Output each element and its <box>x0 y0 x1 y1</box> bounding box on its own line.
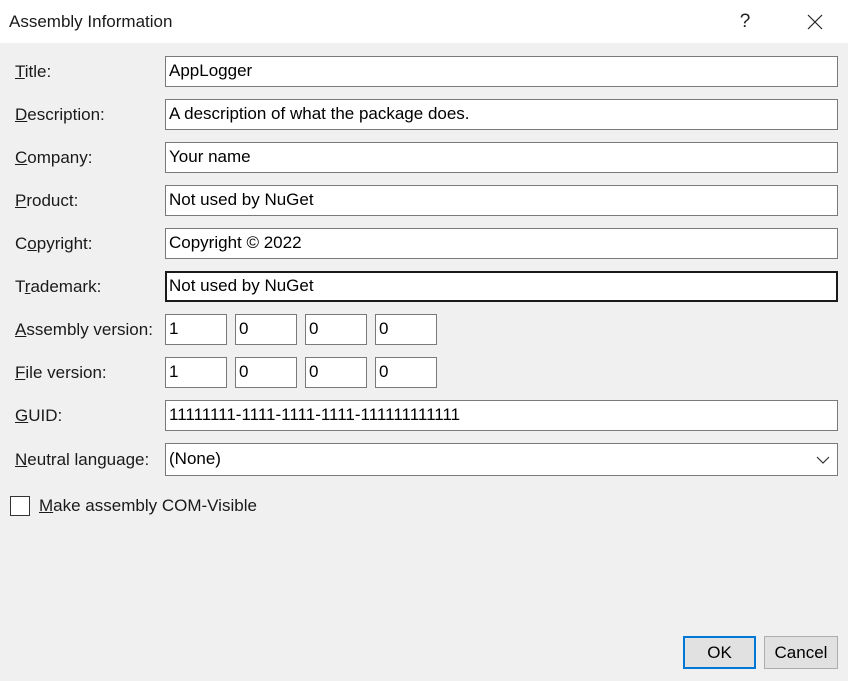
ok-button[interactable]: OK <box>683 636 756 669</box>
neutral-language-value: (None) <box>169 449 221 468</box>
file-version-minor[interactable]: 0 <box>235 357 297 388</box>
description-label: Description: <box>15 105 105 124</box>
neutral-language-select[interactable]: (None) <box>165 443 838 476</box>
description-input[interactable]: A description of what the package does. <box>165 99 838 130</box>
file-version-revision[interactable]: 0 <box>375 357 437 388</box>
file-version-build[interactable]: 0 <box>305 357 367 388</box>
copyright-input[interactable]: Copyright © 2022 <box>165 228 838 259</box>
trademark-label: Trademark: <box>15 277 102 296</box>
guid-label: GUID: <box>15 406 63 425</box>
copyright-label: Copyright: <box>15 234 93 253</box>
assembly-version-build[interactable]: 0 <box>305 314 367 345</box>
window-title: Assembly Information <box>9 12 173 31</box>
product-input[interactable]: Not used by NuGet <box>165 185 838 216</box>
product-label: Product: <box>15 191 79 210</box>
help-icon: ? <box>739 10 751 32</box>
trademark-input[interactable]: Not used by NuGet <box>165 271 838 302</box>
assembly-version-major[interactable]: 1 <box>165 314 227 345</box>
title-input[interactable]: AppLogger <box>165 56 838 87</box>
chevron-down-icon <box>816 456 830 464</box>
company-input[interactable]: Your name <box>165 142 838 173</box>
com-visible-checkbox[interactable] <box>10 496 30 516</box>
close-icon <box>807 14 823 29</box>
guid-input[interactable]: 11111111-1111-1111-1111-111111111111 <box>165 400 838 431</box>
assembly-version-revision[interactable]: 0 <box>375 314 437 345</box>
close-button[interactable] <box>792 0 838 43</box>
file-version-label: File version: <box>15 363 107 382</box>
com-visible-row[interactable]: Make assembly COM-Visible <box>10 496 257 516</box>
help-button[interactable]: ? <box>722 0 768 43</box>
title-bar: Assembly Information ? <box>0 0 848 43</box>
cancel-button[interactable]: Cancel <box>764 636 838 669</box>
assembly-version-minor[interactable]: 0 <box>235 314 297 345</box>
assembly-version-label: Assembly version: <box>15 320 153 339</box>
title-label: Title: <box>15 62 52 81</box>
neutral-language-label: Neutral language: <box>15 450 150 469</box>
file-version-major[interactable]: 1 <box>165 357 227 388</box>
company-label: Company: <box>15 148 93 167</box>
com-visible-label[interactable]: Make assembly COM-Visible <box>39 496 257 516</box>
